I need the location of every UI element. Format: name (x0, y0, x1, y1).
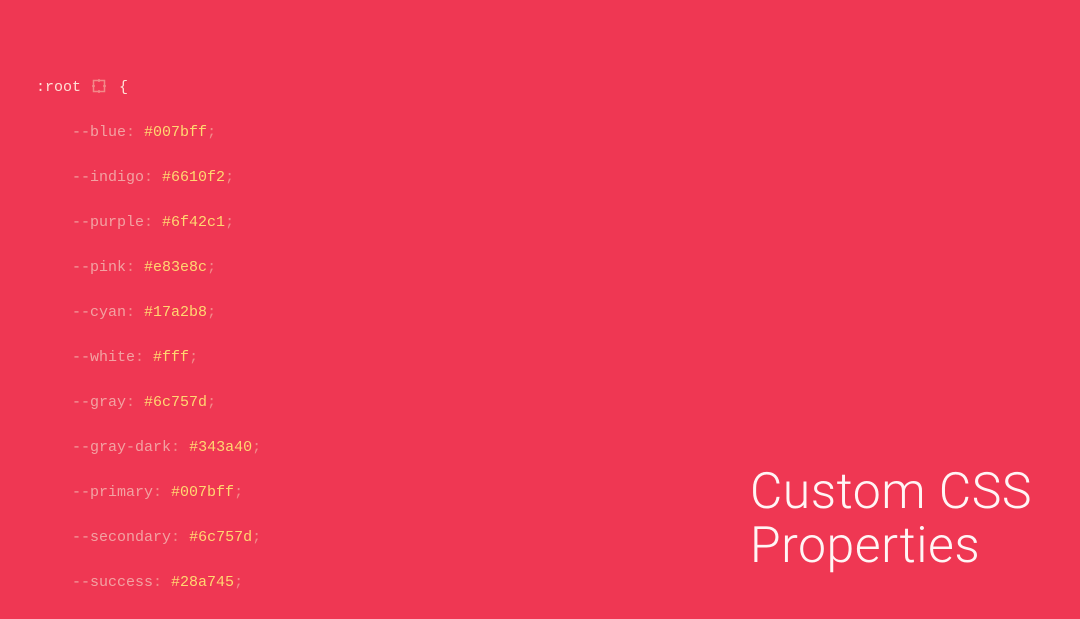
code-block: :root { --blue: #007bff; --indigo: #6610… (36, 32, 656, 619)
title-line-1: Custom CSS (750, 463, 1032, 521)
css-value: #6610f2 (162, 169, 225, 186)
code-line: --white: #fff; (36, 347, 656, 370)
css-prop: --blue (72, 124, 126, 141)
css-value: #fff (153, 349, 189, 366)
code-line: --gray: #6c757d; (36, 392, 656, 415)
slide: :root { --blue: #007bff; --indigo: #6610… (0, 0, 1080, 619)
css-selector: :root (36, 79, 81, 96)
css-value: #007bff (144, 124, 207, 141)
css-value: #28a745 (171, 574, 234, 591)
title-line-2: Properties (750, 517, 980, 575)
code-line: --gray-dark: #343a40; (36, 437, 656, 460)
target-icon (92, 79, 106, 93)
css-value: #e83e8c (144, 259, 207, 276)
css-prop: --pink (72, 259, 126, 276)
css-prop: --gray (72, 394, 126, 411)
css-prop: --white (72, 349, 135, 366)
code-line: :root { (36, 77, 656, 100)
css-prop: --indigo (72, 169, 144, 186)
code-line: --success: #28a745; (36, 572, 656, 595)
code-line: --secondary: #6c757d; (36, 527, 656, 550)
css-value: #17a2b8 (144, 304, 207, 321)
css-value: #007bff (171, 484, 234, 501)
code-line: --primary: #007bff; (36, 482, 656, 505)
open-brace: { (119, 79, 128, 96)
code-line: --indigo: #6610f2; (36, 167, 656, 190)
css-value: #343a40 (189, 439, 252, 456)
css-prop: --secondary (72, 529, 171, 546)
css-value: #6f42c1 (162, 214, 225, 231)
css-prop: --gray-dark (72, 439, 171, 456)
code-line: --pink: #e83e8c; (36, 257, 656, 280)
css-prop: --cyan (72, 304, 126, 321)
code-line: --cyan: #17a2b8; (36, 302, 656, 325)
code-line: --purple: #6f42c1; (36, 212, 656, 235)
css-value: #6c757d (144, 394, 207, 411)
css-prop: --purple (72, 214, 144, 231)
slide-title: Custom CSS Properties (750, 465, 1032, 573)
css-prop: --primary (72, 484, 153, 501)
code-line: --blue: #007bff; (36, 122, 656, 145)
css-prop: --success (72, 574, 153, 591)
css-value: #6c757d (189, 529, 252, 546)
